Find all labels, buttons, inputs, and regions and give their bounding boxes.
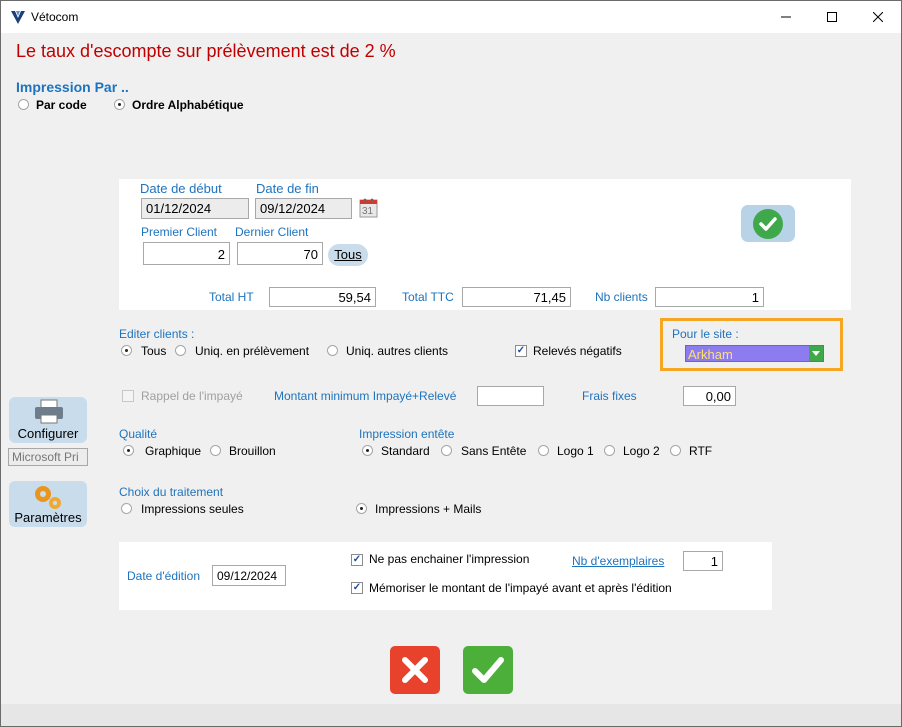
validate-range-button[interactable] (741, 205, 795, 242)
checkmark-icon (472, 657, 504, 683)
frais-fixes-label: Frais fixes (582, 389, 637, 403)
montant-min-field[interactable] (477, 386, 544, 406)
minimize-button[interactable] (763, 1, 809, 33)
ne-pas-enchainer-label: Ne pas enchainer l'impression (369, 552, 530, 566)
radio-uniq-autres-label: Uniq. autres clients (346, 344, 449, 358)
nb-exemplaires-field[interactable]: 1 (683, 551, 723, 571)
radio-rtf-label: RTF (689, 444, 713, 458)
impression-par-label: Impression Par .. (16, 79, 129, 95)
radio-ordre-alphabetique[interactable] (114, 99, 125, 110)
tous-button[interactable]: Tous (328, 244, 368, 266)
radio-logo-2-label: Logo 2 (623, 444, 660, 458)
date-fin-field[interactable]: 09/12/2024 (255, 198, 352, 219)
site-select-value: Arkham (688, 347, 733, 362)
page-title: Le taux d'escompte sur prélèvement est d… (16, 41, 396, 61)
radio-logo-1[interactable] (538, 445, 549, 456)
calendar-button[interactable]: 31 (359, 197, 378, 218)
gears-icon (35, 486, 61, 509)
radio-editer-tous-label: Tous (141, 344, 167, 358)
edition-panel: Date d'édition 09/12/2024 ✓ Ne pas encha… (119, 542, 772, 610)
radio-standard-label: Standard (381, 444, 430, 458)
app-window: Vétocom Le taux d'escompte sur prélèveme… (0, 0, 902, 727)
date-edition-field[interactable]: 09/12/2024 (212, 565, 286, 586)
configurer-label: Configurer (17, 426, 79, 441)
close-icon (873, 12, 883, 22)
radio-ordre-alphabetique-label: Ordre Alphabétique (132, 98, 244, 112)
total-ttc-field: 71,45 (462, 287, 571, 307)
montant-min-label: Montant minimum Impayé+Relevé (274, 389, 457, 403)
radio-par-code-label: Par code (36, 98, 87, 112)
entete-label: Impression entête (359, 427, 455, 441)
radio-uniq-prelevement-label: Uniq. en prélèvement (195, 344, 310, 358)
parametres-button[interactable]: Paramètres (9, 481, 87, 527)
radio-logo-2[interactable] (604, 445, 615, 456)
radio-brouillon[interactable] (210, 445, 221, 456)
radio-impressions-mails-label: Impressions + Mails (375, 502, 482, 516)
radio-uniq-prelevement[interactable] (175, 345, 186, 356)
check-circle-icon (753, 209, 783, 239)
title-bar: Vétocom (1, 1, 901, 33)
total-ht-field: 59,54 (269, 287, 376, 307)
range-panel: Date de début 01/12/2024 Date de fin 09/… (119, 179, 851, 310)
site-select-arrow[interactable] (809, 346, 823, 361)
radio-brouillon-label: Brouillon (229, 444, 276, 458)
printer-icon (35, 399, 63, 424)
site-select[interactable]: Arkham (685, 345, 824, 362)
releves-negatifs-checkbox[interactable]: ✓ (515, 345, 527, 357)
app-logo-icon (11, 11, 25, 24)
configurer-button[interactable]: Configurer (9, 397, 87, 443)
ok-button[interactable] (463, 646, 513, 694)
radio-impressions-mails[interactable] (356, 503, 367, 514)
ne-pas-enchainer-checkbox[interactable]: ✓ (351, 554, 363, 566)
maximize-icon (827, 12, 837, 22)
dernier-client-field[interactable]: 70 (237, 242, 323, 265)
dernier-client-label: Dernier Client (235, 225, 309, 239)
radio-graphique[interactable] (123, 445, 134, 456)
radio-impressions-seules[interactable] (121, 503, 132, 514)
radio-impressions-seules-label: Impressions seules (141, 502, 244, 516)
premier-client-label: Premier Client (141, 225, 218, 239)
printer-name-field: Microsoft Pri (8, 448, 88, 466)
chevron-down-icon (812, 351, 820, 356)
radio-par-code[interactable] (18, 99, 29, 110)
qualite-label: Qualité (119, 427, 158, 441)
total-ttc-label: Total TTC (402, 290, 454, 304)
cross-icon (402, 657, 428, 683)
radio-uniq-autres[interactable] (327, 345, 338, 356)
radio-graphique-label: Graphique (145, 444, 202, 458)
radio-sans-entete-label: Sans Entête (461, 444, 527, 458)
parametres-label: Paramètres (14, 510, 82, 525)
radio-rtf[interactable] (670, 445, 681, 456)
releves-negatifs-label: Relevés négatifs (533, 344, 622, 358)
nb-exemplaires-label[interactable]: Nb d'exemplaires (572, 554, 664, 568)
site-label: Pour le site : (672, 327, 739, 341)
date-debut-field[interactable]: 01/12/2024 (141, 198, 249, 219)
editer-clients-label: Editer clients : (119, 327, 195, 341)
radio-editer-tous[interactable] (121, 345, 132, 356)
radio-standard[interactable] (362, 445, 373, 456)
maximize-button[interactable] (809, 1, 855, 33)
nb-clients-label: Nb clients (595, 290, 648, 304)
premier-client-field[interactable]: 2 (143, 242, 230, 265)
date-edition-label: Date d'édition (127, 569, 201, 583)
nb-clients-field: 1 (655, 287, 764, 307)
window-title: Vétocom (31, 10, 79, 24)
memoriser-label: Mémoriser le montant de l'impayé avant e… (369, 581, 672, 595)
rappel-impaye-label: Rappel de l'impayé (141, 389, 243, 403)
traitement-label: Choix du traitement (119, 485, 224, 499)
calendar-day: 31 (362, 206, 374, 217)
radio-sans-entete[interactable] (441, 445, 452, 456)
site-highlight-frame: Pour le site : Arkham (660, 318, 843, 371)
memoriser-checkbox[interactable]: ✓ (351, 582, 363, 594)
date-debut-label: Date de début (140, 181, 222, 196)
frais-fixes-field[interactable]: 0,00 (683, 386, 736, 406)
total-ht-label: Total HT (209, 290, 254, 304)
status-bar (1, 704, 901, 726)
cancel-button[interactable] (390, 646, 440, 694)
radio-logo-1-label: Logo 1 (557, 444, 594, 458)
minimize-icon (781, 16, 791, 18)
date-fin-label: Date de fin (256, 181, 319, 196)
rappel-impaye-checkbox[interactable] (122, 390, 134, 402)
close-button[interactable] (855, 1, 901, 33)
